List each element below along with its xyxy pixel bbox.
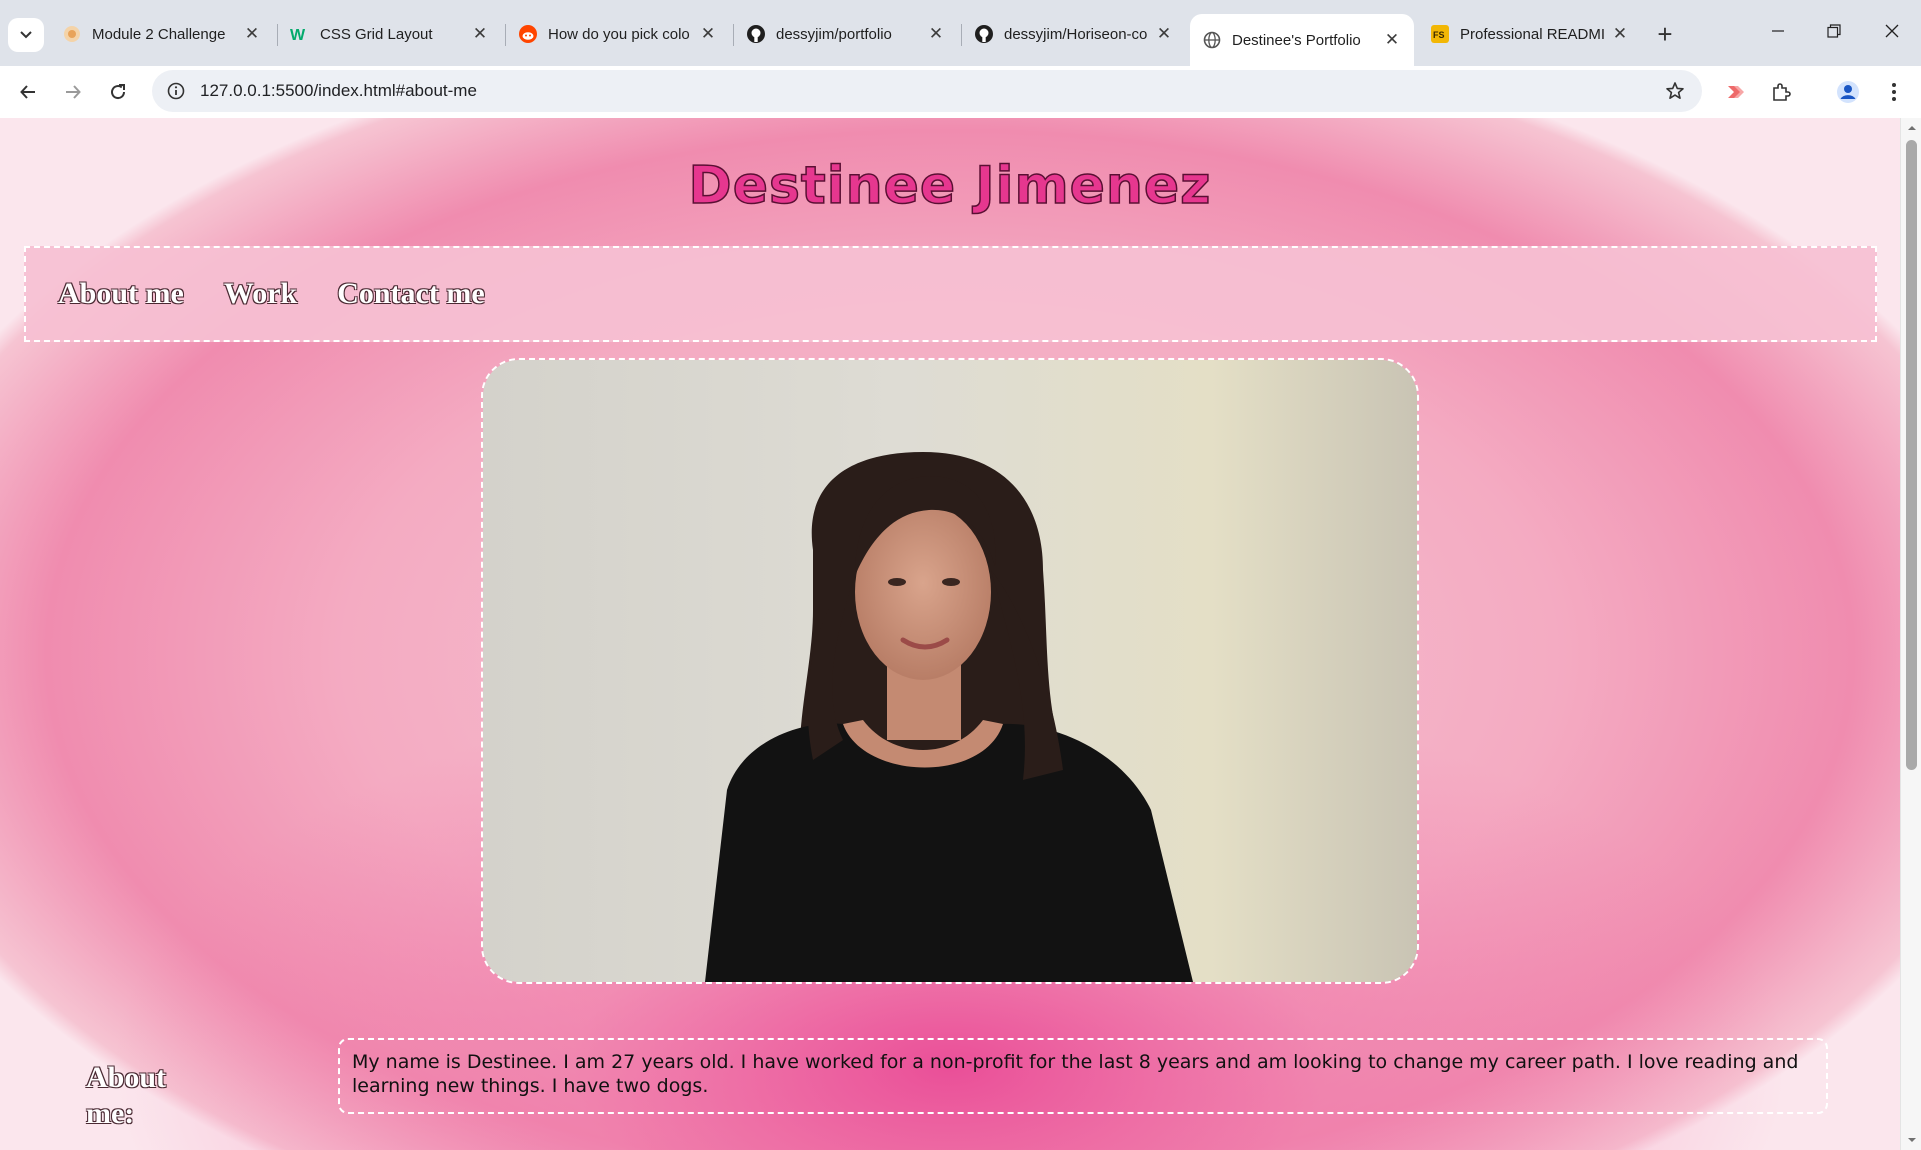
plus-icon: + [1657, 18, 1673, 49]
puzzle-icon [1773, 83, 1791, 101]
tab-github-horiseon[interactable]: dessyjim/Horiseon-co ✕ [962, 14, 1186, 54]
arrow-right-icon [66, 85, 81, 99]
tab-title: How do you pick colo [548, 25, 690, 43]
back-button[interactable] [10, 74, 46, 110]
new-tab-button[interactable]: + [1650, 18, 1680, 50]
globe-icon [1202, 30, 1222, 50]
reload-button[interactable] [100, 74, 136, 110]
fs-icon: FS [1430, 24, 1450, 44]
close-icon[interactable]: ✕ [926, 24, 946, 44]
portrait-image [483, 360, 1417, 982]
page-scrollbar[interactable] [1900, 118, 1921, 1150]
site-info-icon[interactable] [166, 81, 186, 101]
close-icon[interactable]: ✕ [1382, 30, 1402, 50]
tab-professional-readme[interactable]: FS Professional READMI ✕ [1418, 14, 1642, 54]
page-viewport: Destinee Jimenez About me Work Contact m… [0, 118, 1900, 1150]
tab-title: Destinee's Portfolio [1232, 31, 1361, 49]
tab-strip: Module 2 Challenge ✕ W CSS Grid Layout ✕… [0, 0, 1921, 66]
browser-toolbar: 127.0.0.1:5500/index.html#about-me [0, 66, 1921, 119]
broadcast-icon [1728, 86, 1744, 98]
scroll-down-arrow-icon[interactable] [1901, 1134, 1921, 1146]
tab-title: dessyjim/portfolio [776, 25, 892, 43]
menu-button[interactable] [1876, 74, 1912, 110]
close-icon[interactable]: ✕ [1610, 24, 1630, 44]
close-icon[interactable]: ✕ [698, 24, 718, 44]
w3schools-icon: W [290, 24, 310, 44]
avatar-icon [1837, 81, 1859, 103]
close-window-button[interactable] [1870, 14, 1914, 48]
about-me-text: My name is Destinee. I am 27 years old. … [338, 1038, 1828, 1114]
restore-button[interactable] [1812, 14, 1856, 48]
scroll-up-arrow-icon[interactable] [1901, 122, 1921, 134]
bootcamp-icon [62, 24, 82, 44]
minimize-icon [1772, 30, 1784, 32]
svg-text:W: W [290, 27, 306, 42]
bookmark-star-icon[interactable] [1660, 76, 1690, 106]
chevron-down-icon [20, 31, 32, 39]
nav-link-about-me[interactable]: About me [58, 277, 184, 311]
tab-github-portfolio[interactable]: dessyjim/portfolio ✕ [734, 14, 958, 54]
tab-css-grid-layout[interactable]: W CSS Grid Layout ✕ [278, 14, 502, 54]
tab-title: dessyjim/Horiseon-co [1004, 25, 1148, 43]
close-icon[interactable]: ✕ [242, 24, 262, 44]
browser-chrome: Module 2 Challenge ✕ W CSS Grid Layout ✕… [0, 0, 1921, 119]
reload-icon [111, 84, 126, 100]
reddit-icon [518, 24, 538, 44]
tab-title: Professional READMI [1460, 25, 1606, 43]
forward-button[interactable] [55, 74, 91, 110]
tab-module-2-challenge[interactable]: Module 2 Challenge ✕ [50, 14, 274, 54]
about-me-heading: About me: [86, 1061, 167, 1130]
site-nav: About me Work Contact me [24, 246, 1877, 342]
tab-title: CSS Grid Layout [320, 25, 433, 43]
arrow-left-icon [20, 85, 35, 99]
extensions-button[interactable] [1763, 74, 1799, 110]
scrollbar-thumb[interactable] [1906, 140, 1917, 770]
github-icon [974, 24, 994, 44]
profile-photo [481, 358, 1419, 984]
close-icon[interactable]: ✕ [1154, 24, 1174, 44]
nav-link-work[interactable]: Work [224, 277, 297, 311]
tab-title: Module 2 Challenge [92, 25, 226, 43]
nav-link-contact-me[interactable]: Contact me [337, 277, 484, 311]
close-icon [1885, 24, 1899, 38]
url-text: 127.0.0.1:5500/index.html#about-me [200, 81, 477, 100]
site-title: Destinee Jimenez [688, 155, 1212, 217]
tab-reddit-colors[interactable]: How do you pick colo ✕ [506, 14, 730, 54]
github-icon [746, 24, 766, 44]
minimize-button[interactable] [1756, 14, 1800, 48]
live-server-extension-button[interactable] [1718, 74, 1754, 110]
tab-search-button[interactable] [8, 18, 44, 52]
restore-icon [1827, 24, 1841, 38]
tab-destinees-portfolio[interactable]: Destinee's Portfolio ✕ [1190, 14, 1414, 66]
profile-button[interactable] [1830, 74, 1866, 110]
close-icon[interactable]: ✕ [470, 24, 490, 44]
svg-text:FS: FS [1433, 30, 1445, 40]
address-bar[interactable]: 127.0.0.1:5500/index.html#about-me [152, 70, 1702, 112]
kebab-menu-icon [1892, 83, 1896, 101]
